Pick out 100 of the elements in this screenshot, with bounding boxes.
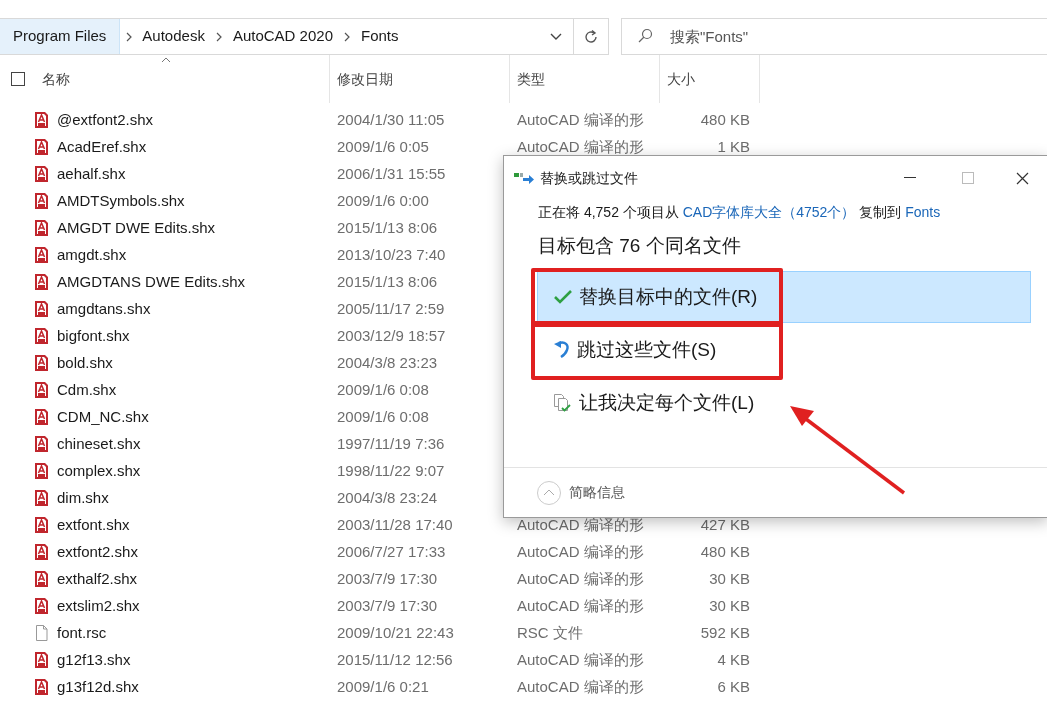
file-type: AutoCAD 编译的形 <box>517 650 645 671</box>
file-name[interactable]: g13f12d.shx <box>57 676 337 699</box>
minimize-icon <box>904 177 916 179</box>
autocad-file-icon <box>34 679 50 696</box>
folder-link[interactable]: CAD字体库大全（4752个） <box>682 204 856 220</box>
column-header[interactable]: 大小 <box>660 55 760 103</box>
autocad-file-icon <box>34 355 50 372</box>
chevron-down-icon[interactable] <box>549 32 562 41</box>
search-icon <box>637 28 653 44</box>
breadcrumb[interactable]: Program Files <box>0 19 121 54</box>
modified-date: 2004/3/8 23:23 <box>337 353 439 374</box>
file-icon <box>34 625 50 642</box>
file-name[interactable]: AcadEref.shx <box>57 136 337 159</box>
modified-date: 2003/7/9 17:30 <box>337 596 439 617</box>
details-label[interactable]: 简略信息 <box>569 482 625 503</box>
autocad-file-icon <box>34 193 50 210</box>
dialog-title: 替换或跳过文件 <box>540 168 638 188</box>
file-size: 4 KB <box>716 650 750 671</box>
file-name[interactable]: aehalf.shx <box>57 163 337 186</box>
select-all-checkbox[interactable] <box>10 72 25 86</box>
autocad-file-icon <box>34 544 50 561</box>
modified-date: 2013/10/23 7:40 <box>337 245 447 266</box>
modified-date: 2004/3/8 23:24 <box>337 488 439 509</box>
file-size: 6 KB <box>716 677 750 698</box>
file-name[interactable]: AMGDT DWE Edits.shx <box>57 217 337 240</box>
autocad-file-icon <box>34 274 50 291</box>
file-type: RSC 文件 <box>517 623 584 644</box>
autocad-file-icon <box>34 571 50 588</box>
file-size: 592 KB <box>699 623 750 644</box>
file-name[interactable]: bigfont.shx <box>57 325 337 348</box>
conflict-option[interactable]: 跳过这些文件(S) <box>537 324 1031 376</box>
file-name[interactable]: exthalf2.shx <box>57 568 337 591</box>
modified-date: 2015/1/13 8:06 <box>337 272 439 293</box>
autocad-file-icon <box>34 301 50 318</box>
column-header[interactable]: 类型 <box>510 55 660 103</box>
conflict-option[interactable]: 替换目标中的文件(R) <box>537 271 1031 323</box>
file-type: AutoCAD 编译的形 <box>517 110 645 131</box>
breadcrumb[interactable]: Autodesk <box>138 25 209 48</box>
autocad-file-icon <box>34 328 50 345</box>
chevron-right-icon <box>343 31 351 42</box>
file-name[interactable]: extslim2.shx <box>57 595 337 618</box>
file-name[interactable]: AMGDTANS DWE Edits.shx <box>57 271 337 294</box>
folder-link[interactable]: Fonts <box>905 204 941 220</box>
autocad-file-icon <box>34 598 50 615</box>
modified-date: 2003/11/28 17:40 <box>337 515 454 536</box>
file-name[interactable]: amgdtans.shx <box>57 298 337 321</box>
autocad-file-icon <box>34 382 50 399</box>
column-header[interactable]: 修改日期 <box>330 55 510 103</box>
autocad-file-icon <box>34 112 50 129</box>
autocad-file-icon <box>34 436 50 453</box>
modified-date: 2003/12/9 18:57 <box>337 326 447 347</box>
documents-icon <box>553 393 573 413</box>
file-type: AutoCAD 编译的形 <box>517 542 645 563</box>
breadcrumb[interactable]: Fonts <box>357 25 403 48</box>
modified-date: 2015/1/13 8:06 <box>337 218 439 239</box>
file-size: 30 KB <box>708 569 750 590</box>
modified-date: 2005/11/17 2:59 <box>337 299 446 320</box>
file-name[interactable]: chineset.shx <box>57 433 337 456</box>
sort-caret-icon <box>161 57 171 63</box>
file-type: AutoCAD 编译的形 <box>517 137 645 158</box>
file-name[interactable]: dim.shx <box>57 487 337 510</box>
refresh-icon <box>583 28 599 45</box>
file-name[interactable]: Cdm.shx <box>57 379 337 402</box>
file-name[interactable]: g12f13.shx <box>57 649 337 672</box>
autocad-file-icon <box>34 220 50 237</box>
file-name[interactable]: extfont2.shx <box>57 541 337 564</box>
modified-date: 2006/1/31 15:55 <box>337 164 447 185</box>
modified-date: 2009/1/6 0:08 <box>337 407 430 428</box>
check-icon <box>553 288 573 306</box>
file-name[interactable]: complex.shx <box>57 460 337 483</box>
autocad-file-icon <box>34 139 50 156</box>
file-name[interactable]: font.rsc <box>57 622 337 645</box>
close-icon <box>1015 171 1029 185</box>
breadcrumb[interactable]: AutoCAD 2020 <box>228 25 337 48</box>
file-name[interactable]: @extfont2.shx <box>57 109 337 132</box>
column-header[interactable]: 名称 <box>35 55 330 103</box>
file-size: 480 KB <box>699 542 750 563</box>
modified-date: 1997/11/19 7:36 <box>337 434 446 455</box>
file-name[interactable]: bold.shx <box>57 352 337 375</box>
autocad-file-icon <box>34 463 50 480</box>
file-name[interactable]: extfont.shx <box>57 514 337 537</box>
modified-date: 2009/10/21 22:43 <box>337 623 455 644</box>
file-type: AutoCAD 编译的形 <box>517 569 645 590</box>
modified-date: 2015/11/12 12:56 <box>337 650 454 671</box>
search-field[interactable]: 搜索"Fonts" <box>621 18 1047 55</box>
file-size: 427 KB <box>699 515 750 536</box>
chevron-up-icon <box>543 489 555 496</box>
autocad-file-icon <box>34 409 50 426</box>
file-name[interactable]: AMDTSymbols.shx <box>57 190 337 213</box>
undo-arrow-icon <box>553 340 571 360</box>
autocad-file-icon <box>34 166 50 183</box>
conflict-heading: 目标包含 76 个同名文件 <box>538 234 742 258</box>
autocad-file-icon <box>34 652 50 669</box>
file-name[interactable]: amgdt.shx <box>57 244 337 267</box>
copy-arrow-icon <box>514 171 534 185</box>
chevron-right-icon <box>214 31 223 42</box>
modified-date: 2009/1/6 0:00 <box>337 191 430 212</box>
file-name[interactable]: CDM_NC.shx <box>57 406 337 429</box>
modified-date: 2009/1/6 0:21 <box>337 677 430 698</box>
modified-date: 2004/1/30 11:05 <box>337 110 446 131</box>
